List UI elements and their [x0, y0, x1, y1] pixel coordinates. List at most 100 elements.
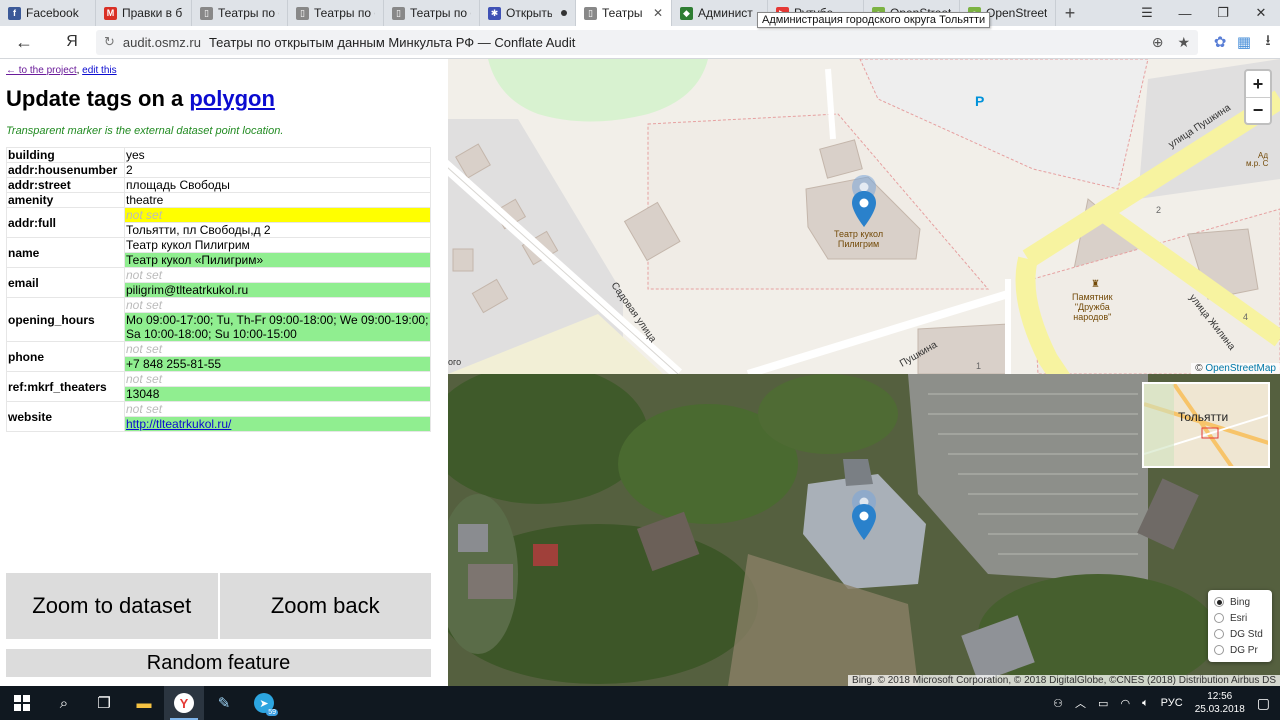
- tag-new-value: 13048: [124, 386, 431, 402]
- address-bar: ← Я ↻ audit.osmz.ru Театры по открытым д…: [0, 26, 1280, 59]
- browser-tab-0[interactable]: f Facebook: [0, 0, 96, 26]
- back-to-project-link[interactable]: ← to the project: [6, 65, 77, 76]
- tab-label: Админист: [698, 6, 753, 20]
- close-window-icon[interactable]: ✕: [1242, 0, 1280, 26]
- tag-key: name: [6, 237, 125, 268]
- edit-this-link[interactable]: edit this: [82, 65, 116, 76]
- minimap[interactable]: Тольятти: [1142, 382, 1270, 468]
- minimize-icon[interactable]: —: [1166, 0, 1204, 26]
- tray-expand-icon[interactable]: ︿: [1075, 695, 1086, 711]
- polygon-link[interactable]: polygon: [189, 86, 275, 111]
- layer-option-dg-std[interactable]: DG Std: [1214, 626, 1266, 642]
- tag-key: email: [6, 267, 125, 298]
- tag-new-value: Mo 09:00-17:00; Tu, Th-Fr 09:00-18:00; W…: [124, 312, 431, 342]
- tab-close-icon[interactable]: ✕: [653, 6, 663, 20]
- language-indicator[interactable]: РУС: [1161, 697, 1183, 709]
- tag-row-ref-mkrf_theaters: ref:mkrf_theaters not set: [6, 371, 431, 402]
- download-icon[interactable]: ⭳: [1256, 30, 1280, 55]
- zoom-back-button[interactable]: Zoom back: [219, 573, 431, 639]
- notepad-icon[interactable]: ✎: [204, 686, 244, 720]
- satellite-map[interactable]: Тольятти Bing Esri DG Std DG Pr Bing. © 201…: [448, 374, 1280, 686]
- tab-label: Facebook: [26, 6, 79, 20]
- notifications-icon[interactable]: ▢: [1257, 695, 1270, 712]
- zoom-in-button[interactable]: +: [1246, 71, 1270, 97]
- task-view-icon[interactable]: ❐: [84, 686, 124, 720]
- layer-label: Bing: [1230, 596, 1251, 608]
- start-button[interactable]: [0, 686, 44, 720]
- house-number-2: 2: [1156, 205, 1162, 215]
- browser-tab-3[interactable]: ▯ Театры по от: [288, 0, 384, 26]
- file-explorer-icon[interactable]: ▬: [124, 686, 164, 720]
- tag-old-value: theatre: [124, 192, 431, 208]
- tab-label: Театры по от: [218, 6, 279, 20]
- protect-icon[interactable]: ⊕: [1152, 34, 1164, 51]
- windows-taskbar: ⌕ ❐ ▬ Y ✎ ➤ 59 ⚇ ︿ ▭ ◠ 🔈︎ РУС 12:56 25.03…: [0, 686, 1280, 720]
- osm-map[interactable]: P Театр кукол Пилигрим Памятник "Дружба …: [448, 59, 1280, 374]
- wifi-icon[interactable]: ◠: [1120, 697, 1130, 710]
- yandex-logo[interactable]: Я: [48, 33, 96, 51]
- browser-tab-5[interactable]: ✱ Открытые: [480, 0, 576, 26]
- monument-label: Памятник "Дружба народов": [1072, 292, 1113, 322]
- osm-attribution: © OpenStreetMap: [1191, 363, 1280, 374]
- zoom-out-button[interactable]: −: [1246, 97, 1270, 123]
- yandex-browser-icon[interactable]: Y: [164, 686, 204, 720]
- back-button[interactable]: ←: [0, 32, 48, 53]
- menu-icon[interactable]: ☰: [1128, 0, 1166, 26]
- bookmark-star-icon[interactable]: ★: [1177, 34, 1190, 51]
- layer-switcher: Bing Esri DG Std DG Pr: [1208, 590, 1272, 662]
- tab-favicon-icon: ▯: [584, 6, 597, 20]
- new-tab-button[interactable]: +: [1056, 0, 1084, 26]
- clock[interactable]: 12:56 25.03.2018: [1195, 690, 1245, 716]
- layer-option-dg-pr[interactable]: DG Pr: [1214, 642, 1266, 658]
- browser-tab-7[interactable]: ◆ Админист: [672, 0, 768, 26]
- reload-icon[interactable]: ↻: [104, 34, 115, 50]
- osm-marker-icon[interactable]: [852, 191, 876, 227]
- tab-audio-dot-icon: [561, 10, 567, 16]
- layer-radio[interactable]: [1214, 629, 1224, 639]
- tag-new-value: Тольятти, пл Свободы,д 2: [124, 222, 431, 238]
- tab-label: Театры по: [602, 6, 644, 20]
- layer-radio[interactable]: [1214, 597, 1224, 607]
- page-title: Update tags on a polygon: [6, 86, 442, 112]
- tag-row-phone: phone not set: [6, 341, 431, 372]
- browser-tab-4[interactable]: ▯ Театры по от: [384, 0, 480, 26]
- url-field[interactable]: ↻ audit.osmz.ru Театры по открытым данны…: [96, 29, 1198, 55]
- random-feature-button[interactable]: Random feature: [6, 649, 431, 677]
- volume-icon[interactable]: 🔈︎: [1142, 697, 1149, 710]
- sat-osm-marker-icon[interactable]: [852, 504, 876, 540]
- tag-old-value: not set: [124, 297, 431, 313]
- browser-tab-6[interactable]: ▯ Театры по ✕: [576, 0, 672, 26]
- tab-label: OpenStreetM: [986, 6, 1047, 20]
- layer-radio[interactable]: [1214, 613, 1224, 623]
- tags-table: building yes addr:housenumber 2 addr:street п…: [6, 147, 431, 432]
- search-icon[interactable]: ⌕: [44, 686, 84, 720]
- zoom-to-dataset-button[interactable]: Zoom to dataset: [6, 573, 218, 639]
- system-tray: ⚇ ︿ ▭ ◠ 🔈︎ РУС 12:56 25.03.2018 ▢: [1053, 690, 1280, 716]
- layer-option-bing[interactable]: Bing: [1214, 594, 1266, 610]
- tag-new-value: piligrim@tlteatrkukol.ru: [124, 282, 431, 298]
- browser-tab-2[interactable]: ▯ Театры по от: [192, 0, 288, 26]
- tag-new-value: http://tlteatrkukol.ru/: [124, 416, 431, 432]
- layer-label: Esri: [1230, 612, 1248, 624]
- tag-old-value: 2: [124, 162, 431, 178]
- website-link[interactable]: http://tlteatrkukol.ru/: [126, 417, 231, 431]
- tag-old-value: yes: [124, 147, 431, 163]
- people-icon[interactable]: ⚇: [1053, 697, 1063, 710]
- tab-favicon-icon: ▯: [392, 6, 405, 20]
- tag-key: ref:mkrf_theaters: [6, 371, 125, 402]
- layer-radio[interactable]: [1214, 645, 1224, 655]
- telegram-icon[interactable]: ➤ 59: [244, 686, 284, 720]
- minimap-tiles: [1144, 384, 1268, 466]
- osm-attribution-link[interactable]: OpenStreetMap: [1205, 363, 1276, 374]
- edge-label-go: ого: [448, 357, 462, 367]
- house-number-1: 1: [976, 361, 982, 371]
- layer-option-esri[interactable]: Esri: [1214, 610, 1266, 626]
- restore-icon[interactable]: ❐: [1204, 0, 1242, 26]
- browser-tab-1[interactable]: M Правки в бр: [96, 0, 192, 26]
- edge-label-mr: м.р. С: [1246, 159, 1269, 168]
- extension-icon-2[interactable]: ▦: [1232, 33, 1256, 51]
- tab-label: Театры по от: [314, 6, 375, 20]
- extension-icon[interactable]: ✿: [1208, 33, 1232, 51]
- tag-old-value: not set: [124, 341, 431, 357]
- network-icon[interactable]: ▭: [1098, 697, 1108, 710]
